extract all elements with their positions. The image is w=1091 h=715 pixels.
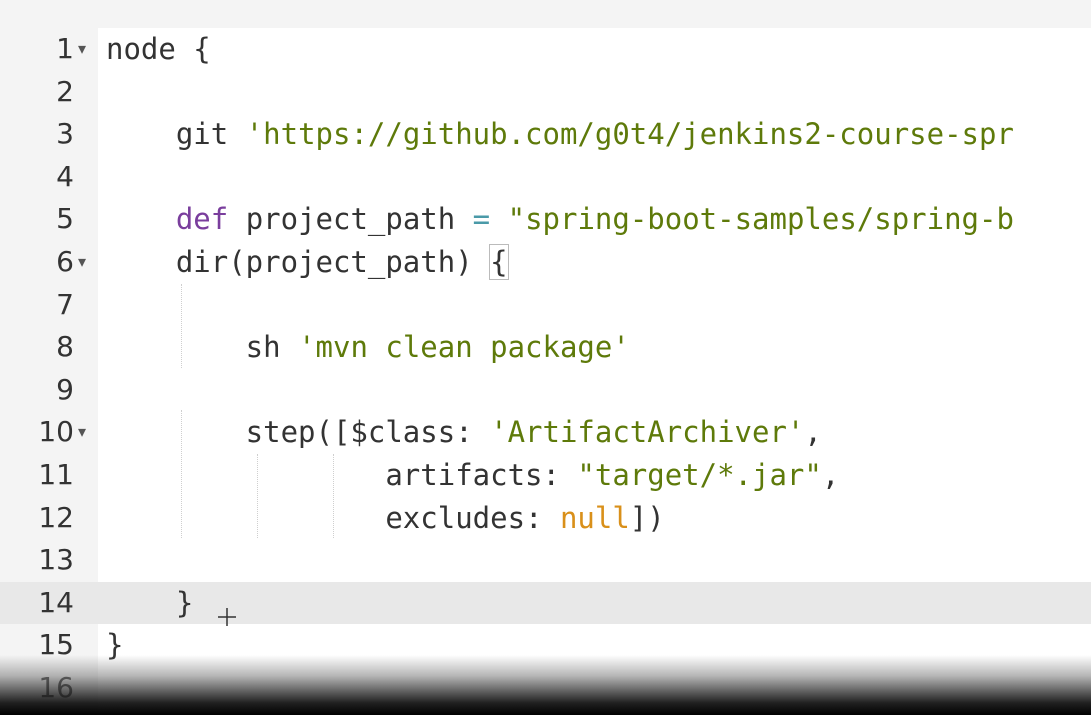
code-token: git [106,117,246,152]
code-line[interactable]: 4 [0,156,1091,199]
code-line[interactable]: 5 def project_path = "spring-boot-sample… [0,198,1091,241]
line-number: 5 [56,202,74,236]
line-number: 10 [38,415,74,449]
code-line[interactable]: 12 excludes: null]) [0,497,1091,540]
code-text[interactable]: } [106,624,123,667]
line-number: 1 [56,32,74,65]
line-number: 7 [56,287,74,321]
crosshair-cursor-icon [218,608,236,626]
code-token: ]) [629,500,665,535]
code-line[interactable]: 11 artifacts: "target/*.jar", [0,454,1091,497]
code-token: } [106,585,194,620]
code-text[interactable]: } [106,582,193,625]
code-token: { [489,244,509,280]
code-text[interactable]: def project_path = "spring-boot-samples/… [106,198,1014,241]
indent-guide [333,454,334,538]
code-token: "target/*.jar" [577,458,822,492]
code-line[interactable]: 13 [0,539,1091,582]
indent-guide [257,454,258,538]
indent-guide [181,284,182,368]
code-editor[interactable]: 1 ▾ node {2 3 git 'https://github.com/g0t4/… [0,0,1091,715]
code-token: , [821,458,840,492]
code-line[interactable]: 16 [0,667,1091,710]
code-token: = [472,202,491,237]
code-text[interactable]: dir(project_path) { [106,241,509,284]
code-text[interactable]: excludes: null]) [106,497,665,540]
line-number: 2 [56,74,74,108]
line-number: 12 [38,500,74,534]
line-number: 6 [56,245,74,278]
code-token: project_path [228,202,473,237]
indent-guide [181,410,182,538]
code-line[interactable]: 14 } [0,581,1091,625]
code-line[interactable]: 10 ▾ step([$class: 'ArtifactArchiver', [0,411,1091,454]
code-line[interactable]: 15} [0,624,1091,667]
code-text[interactable]: git 'https://github.com/g0t4/jenkins2-co… [106,113,1014,156]
code-line[interactable]: 6 ▾ dir(project_path) { [0,241,1091,284]
line-number: 4 [56,159,74,193]
code-token: } [106,628,124,663]
line-number: 3 [56,117,74,151]
line-number: 14 [38,585,74,619]
code-token: node { [106,32,211,66]
code-token: def [175,202,229,237]
fold-toggle-icon[interactable]: ▾ [78,28,86,71]
code-line[interactable]: 7 [0,284,1091,327]
line-number: 15 [38,628,74,662]
fold-toggle-icon[interactable]: ▾ [78,411,86,454]
code-token: 'mvn clean package' [298,330,630,365]
line-number: 9 [56,372,74,406]
code-token: 'ArtifactArchiver' [490,415,805,450]
code-token: "spring-boot-samples/spring-b [507,202,1014,237]
code-line[interactable]: 8 sh 'mvn clean package' [0,326,1091,369]
code-text[interactable]: node { [106,28,211,71]
code-token: artifacts: [106,458,578,492]
line-number: 11 [38,458,74,491]
line-number: 8 [56,330,74,364]
code-token: null [559,500,630,535]
fold-toggle-icon[interactable]: ▾ [78,241,86,284]
code-line[interactable]: 3 git 'https://github.com/g0t4/jenkins2-… [0,113,1091,156]
code-line[interactable]: 1 ▾ node { [0,28,1091,71]
code-token: , [804,415,822,450]
code-token: sh [106,330,299,365]
code-line[interactable]: 9 [0,369,1091,412]
line-number: 16 [38,671,74,704]
code-text[interactable]: sh 'mvn clean package' [106,326,630,369]
code-text[interactable]: artifacts: "target/*.jar", [106,454,839,497]
code-token: dir(project_path) [106,245,491,279]
code-text[interactable]: step([$class: 'ArtifactArchiver', [106,411,822,454]
code-line[interactable]: 2 [0,71,1091,114]
line-number: 13 [38,543,74,577]
code-token: step([$class: [106,415,491,450]
code-token: 'https://github.com/g0t4/jenkins2-course… [245,117,1014,152]
